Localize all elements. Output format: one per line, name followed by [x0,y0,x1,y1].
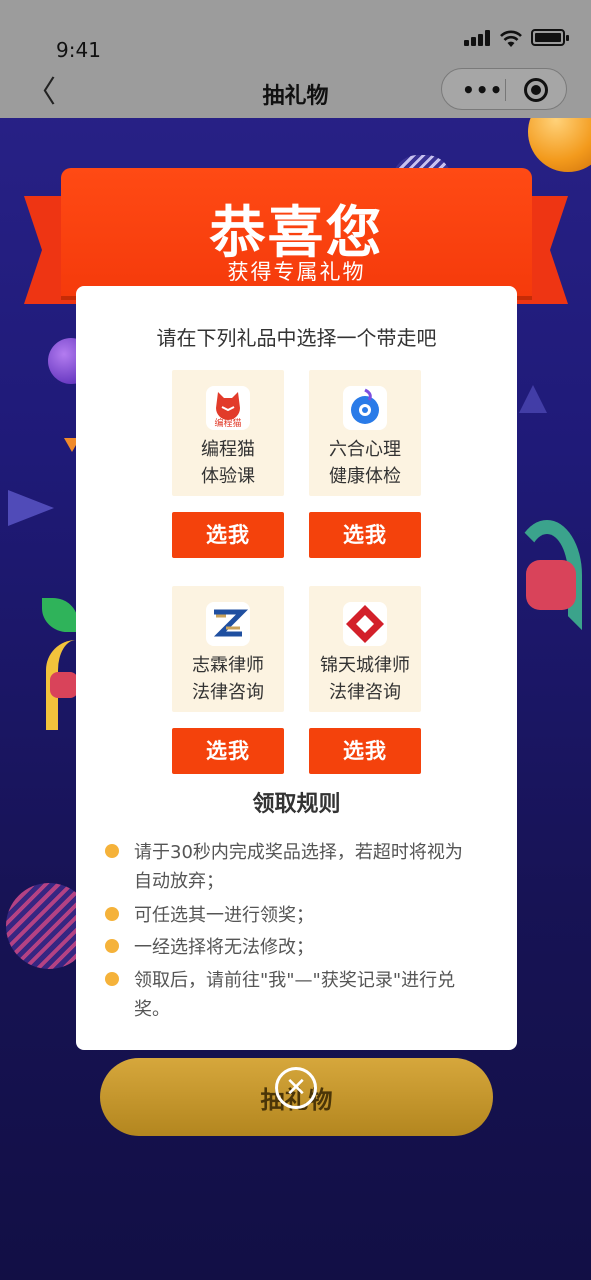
rule-item: 请于30秒内完成奖品选择，若超时将视为 自动放弃； [134,838,494,896]
jintiancheng-logo-icon [343,602,387,646]
congrats-subtitle: 获得专属礼物 [227,260,366,284]
rules-title: 领取规则 [252,792,341,817]
codemao-logo-icon: 编程猫 [206,386,250,430]
bullet-icon [105,939,119,953]
select-codemao-button[interactable]: 选我 [172,512,284,558]
gift-name-line1: 锦天城律师 [320,655,410,676]
battery-icon [531,29,569,46]
more-icon[interactable]: ••• [462,78,503,102]
miniprogram-capsule: ••• [441,68,567,110]
gift-name-line1: 编程猫 [201,439,255,460]
zhilin-logo-icon [206,602,250,646]
liuhe-logo-icon [343,386,387,430]
select-liuhe-button[interactable]: 选我 [309,512,421,558]
bow-decoration-left [50,672,78,698]
bullet-icon [105,844,119,858]
gift-name-line1: 志霖律师 [192,655,264,676]
triangle-decoration-right [519,385,547,413]
choose-prompt: 请在下列礼品中选择一个带走吧 [156,326,437,350]
rule-item: 可任选其一进行领奖； [134,901,494,930]
rule-line: 领取后，请前往"我"—"获奖记录"进行兑 [134,970,456,991]
gift-name-line2: 法律咨询 [192,682,264,703]
bow-decoration [526,560,576,610]
gift-modal: 请在下列礼品中选择一个带走吧 编程猫 编程猫 体验课 选我 六合心理 健康体检 … [76,286,517,1050]
rule-item: 领取后，请前往"我"—"获奖记录"进行兑 奖。 [134,966,494,1024]
status-time: 9:41 [56,38,101,62]
triangle-decoration [8,490,54,526]
bullet-icon [105,907,119,921]
gift-name-line2: 法律咨询 [329,682,401,703]
gift-name-line1: 六合心理 [329,439,401,460]
rule-line: 可任选其一进行领奖； [134,905,314,926]
codemao-logo-text: 编程猫 [214,419,242,429]
bullet-icon [105,972,119,986]
gift-name-line2: 健康体检 [329,466,401,487]
gift-name: 锦天城律师 法律咨询 [309,652,421,706]
select-zhilin-button[interactable]: 选我 [172,728,284,774]
signal-icon [464,30,492,46]
close-modal-icon[interactable]: ✕ [275,1067,317,1109]
status-bar: 9:41 [0,0,591,68]
gift-card-liuhe: 六合心理 健康体检 [309,370,421,496]
close-miniprogram-icon[interactable] [524,78,548,102]
gift-name: 志霖律师 法律咨询 [172,652,284,706]
gift-name: 编程猫 体验课 [172,436,284,490]
rule-line: 一经选择将无法修改； [134,937,314,958]
gift-card-codemao: 编程猫 编程猫 体验课 [172,370,284,496]
gift-name: 六合心理 健康体检 [309,436,421,490]
gift-card-zhilin: 志霖律师 法律咨询 [172,586,284,712]
congrats-ribbon: 恭喜您 获得专属礼物 [61,168,532,296]
gift-name-line2: 体验课 [201,466,255,487]
rule-line: 奖。 [134,999,170,1020]
rule-line: 自动放弃； [134,871,224,892]
gift-card-jintiancheng: 锦天城律师 法律咨询 [309,586,421,712]
capsule-divider [505,79,506,101]
nav-bar: 〈 抽礼物 ••• [0,68,591,118]
select-jintiancheng-button[interactable]: 选我 [309,728,421,774]
rule-item: 一经选择将无法修改； [134,933,494,962]
wifi-icon [500,30,522,47]
rule-line: 请于30秒内完成奖品选择，若超时将视为 [134,842,463,863]
